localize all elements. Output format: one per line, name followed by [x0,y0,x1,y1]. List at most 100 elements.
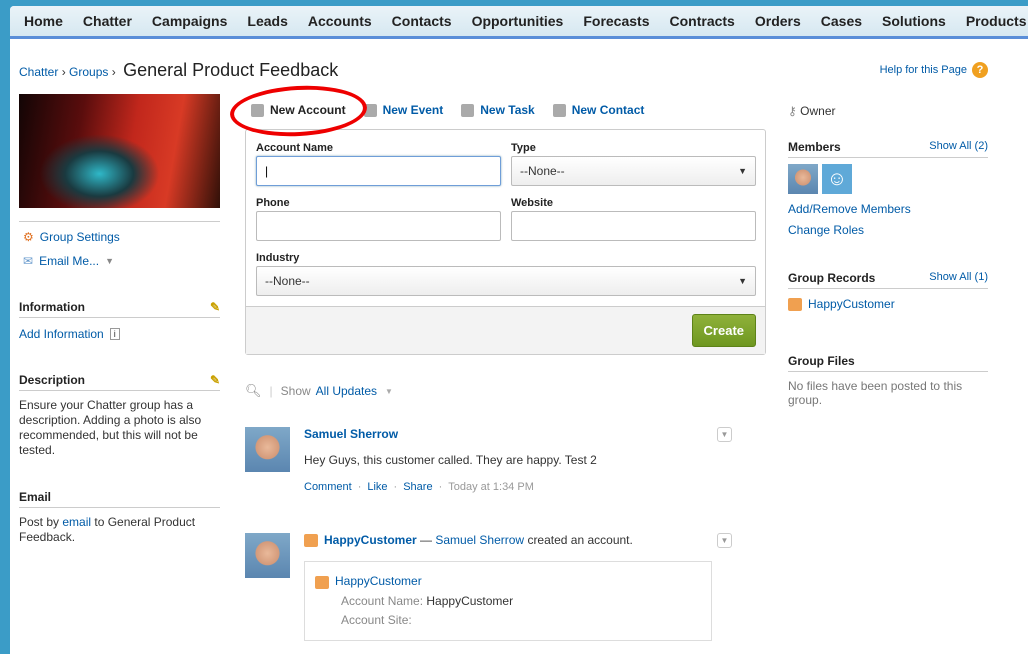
post-author[interactable]: Samuel Sherrow [435,533,524,547]
top-nav: Home Chatter Campaigns Leads Accounts Contact… [10,6,1028,39]
nav-tab-products[interactable]: Products [966,13,1027,29]
account-icon [315,575,329,589]
account-icon [304,534,318,548]
settings-icon: ⚙ [23,230,34,244]
nav-tab-contracts[interactable]: Contracts [670,13,735,29]
nav-tab-solutions[interactable]: Solutions [882,13,946,29]
add-remove-members-link[interactable]: Add/Remove Members [788,202,911,216]
nav-tab-home[interactable]: Home [24,13,63,29]
records-show-all[interactable]: Show All (1) [929,271,988,285]
add-information-link[interactable]: Add Information [19,327,104,341]
avatar[interactable] [245,533,290,578]
page: Home Chatter Campaigns Leads Accounts Contact… [10,6,1028,654]
new-account-form: Account Name | Type --None-- ▼ Phone Websit… [245,129,766,355]
post-action: created an account. [527,533,633,547]
action-new-contact[interactable]: New Contact [552,102,645,118]
publisher-actions: New Account New Event New Task New Conta… [228,82,766,140]
breadcrumb-groups[interactable]: Groups [69,65,108,79]
action-label: New Event [382,102,444,117]
action-label: New Contact [571,102,645,117]
page-title: General Product Feedback [123,60,339,80]
type-select[interactable]: --None-- ▼ [511,156,756,186]
action-new-event[interactable]: New Event [363,102,444,118]
task-icon [461,104,475,118]
nav-tab-forecasts[interactable]: Forecasts [583,13,649,29]
member-avatar[interactable] [788,164,818,194]
create-button[interactable]: Create [691,314,756,347]
account-icon [788,298,802,312]
chevron-down-icon: ▼ [105,256,114,266]
search-icon[interactable]: 🔍︎ [245,383,262,399]
key-icon: ⚷ [788,104,797,118]
email-me-label[interactable]: Email Me... [39,254,99,268]
comment-link[interactable]: Comment [304,481,352,493]
publisher: New Account New Event New Task New Conta… [228,82,766,642]
group-settings-link[interactable]: ⚙ Group Settings [23,230,220,244]
email-header: Email [19,490,220,508]
industry-value: --None-- [265,274,310,288]
help-label[interactable]: Help for this Page [880,64,967,76]
post-author[interactable]: Samuel Sherrow [304,427,398,441]
post-menu-button[interactable]: ▼ [717,533,732,548]
edit-icon[interactable]: ✎ [210,300,220,314]
feed-filter: 🔍︎ | Show All Updates ▼ [245,383,393,399]
chevron-down-icon[interactable]: ▼ [385,387,393,396]
chevron-down-icon: ▼ [738,166,747,176]
email-icon: ✉ [23,254,34,268]
nav-tab-chatter[interactable]: Chatter [83,13,132,29]
breadcrumb-chatter[interactable]: Chatter [19,65,58,79]
information-header: Information ✎ [19,300,220,318]
description-title: Description [19,373,86,387]
nav-tab-cases[interactable]: Cases [821,13,862,29]
share-link[interactable]: Share [403,481,432,493]
industry-label: Industry [256,252,300,264]
record-link[interactable]: HappyCustomer [324,533,417,547]
nav-tab-contacts[interactable]: Contacts [392,13,452,29]
avatar[interactable] [245,427,290,472]
industry-select[interactable]: --None-- ▼ [256,266,756,296]
group-files-title: Group Files [788,354,855,369]
phone-label: Phone [256,197,290,209]
group-record-link[interactable]: HappyCustomer [808,297,895,311]
group-photo [19,94,220,208]
filter-show-label: Show [280,384,311,398]
nav-tab-orders[interactable]: Orders [755,13,801,29]
dash: — [420,533,433,547]
phone-input[interactable] [256,211,501,241]
account-name-input[interactable]: | [256,156,501,186]
post-menu-button[interactable]: ▼ [717,427,732,442]
member-avatar-default[interactable]: ☺ [822,164,852,194]
left-sidebar: ⚙ Group Settings ✉ Email Me... ▼ Informatio… [19,94,220,545]
group-records-header: Group Records Show All (1) [788,271,988,289]
account-site-label: Account Site: [341,612,412,627]
contact-icon [552,104,566,118]
group-settings-label[interactable]: Group Settings [40,230,120,244]
website-input[interactable] [511,211,756,241]
email-pre: Post by [19,515,63,529]
group-files-text: No files have been posted to this group. [788,379,963,408]
record-card-title[interactable]: HappyCustomer [335,574,422,588]
nav-tab-accounts[interactable]: Accounts [308,13,372,29]
email-me-menu[interactable]: ✉ Email Me... ▼ [23,254,220,268]
nav-tab-opportunities[interactable]: Opportunities [472,13,564,29]
nav-tab-leads[interactable]: Leads [247,13,287,29]
feed-item: Samuel Sherrow Hey Guys, this customer c… [245,427,766,493]
help-link[interactable]: Help for this Page? [880,62,988,78]
breadcrumb-sep: › [61,65,66,79]
help-icon: ? [972,62,988,78]
email-link[interactable]: email [62,515,91,529]
email-title: Email [19,490,52,504]
chevron-down-icon: ▼ [738,276,747,286]
post-text: Hey Guys, this customer called. They are… [304,453,597,467]
right-sidebar: ⚷ Owner Members Show All (2) ☺ Add/Remove… [788,104,988,407]
nav-tab-campaigns[interactable]: Campaigns [152,13,227,29]
members-show-all[interactable]: Show All (2) [929,140,988,154]
info-icon: i [109,328,120,340]
change-roles-link[interactable]: Change Roles [788,223,864,237]
breadcrumb: Chatter › Groups › General Product Feedb… [19,60,338,81]
filter-select[interactable]: All Updates [316,384,377,398]
action-label: New Task [480,102,535,117]
edit-icon[interactable]: ✎ [210,373,220,387]
like-link[interactable]: Like [367,481,387,493]
action-new-task[interactable]: New Task [461,102,535,118]
